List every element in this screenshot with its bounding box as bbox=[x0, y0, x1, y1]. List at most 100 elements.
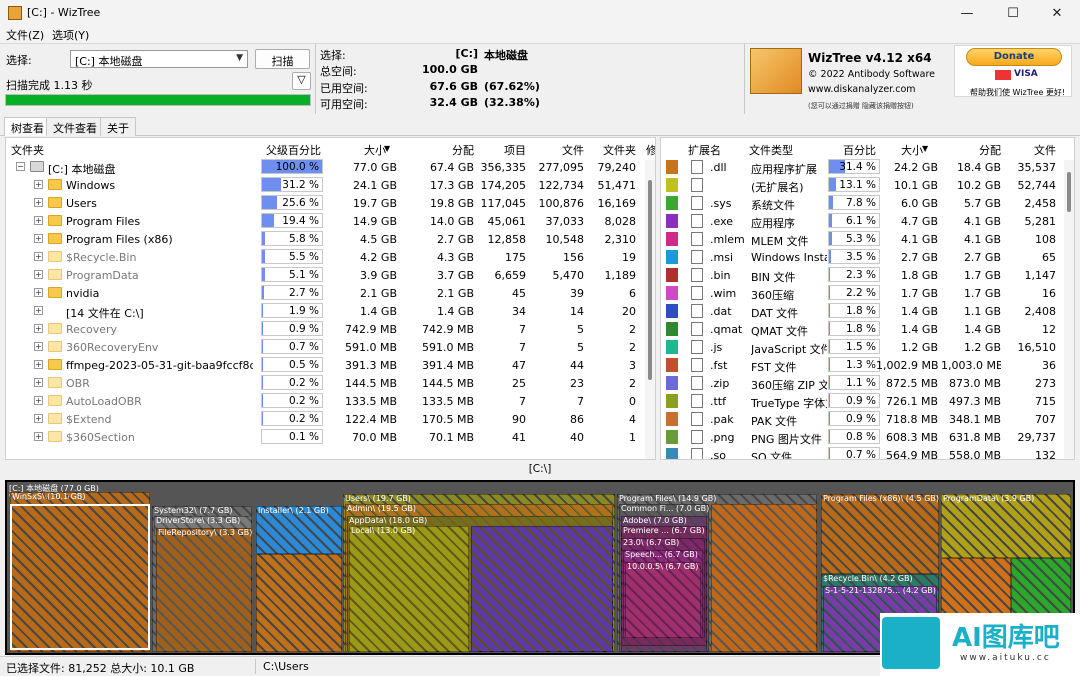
treemap-block[interactable] bbox=[711, 504, 817, 652]
scroll-thumb[interactable] bbox=[1067, 172, 1071, 212]
scan-button[interactable]: 扫描 bbox=[255, 49, 310, 69]
treemap-block[interactable]: Installer\ (2.1 GB) bbox=[256, 506, 342, 554]
tab-about[interactable]: 关于 bbox=[100, 117, 136, 136]
divider bbox=[315, 44, 316, 114]
treemap-block[interactable]: Local\ (13.0 GB) bbox=[349, 526, 469, 652]
file-type-icon bbox=[691, 250, 703, 264]
expand-icon[interactable]: + bbox=[34, 234, 43, 243]
treemap-block[interactable] bbox=[256, 554, 342, 652]
ext-row[interactable]: .mlem MLEM 文件 5.3 % 4.1 GB 4.1 GB 108 bbox=[661, 230, 1074, 248]
expand-icon[interactable]: + bbox=[34, 360, 43, 369]
col-header-modified[interactable]: 修 bbox=[646, 142, 655, 158]
alloc-value: 17.3 GB bbox=[429, 179, 474, 192]
color-swatch bbox=[666, 340, 678, 354]
ext-alloc: 1,003.0 MB bbox=[941, 359, 1001, 372]
treemap-block[interactable]: ProgramData\ (3.9 GB) bbox=[941, 494, 1071, 558]
tree-row[interactable]: + nvidia 2.7 % 2.1 GB 2.1 GB 45 39 6 bbox=[6, 284, 655, 302]
ext-row[interactable]: .js JavaScript 文件 1.5 % 1.2 GB 1.2 GB 16,510 bbox=[661, 338, 1074, 356]
col-header-size[interactable]: 大小 bbox=[336, 142, 386, 158]
scroll-thumb[interactable] bbox=[648, 180, 652, 380]
expand-icon[interactable]: + bbox=[34, 342, 43, 351]
expand-icon[interactable]: − bbox=[16, 162, 25, 171]
col-header-parent-pct[interactable]: 父级百分比 bbox=[256, 142, 321, 158]
ext-row[interactable]: .ttf TrueType 字体文件 0.9 % 726.1 MB 497.3 MB 71… bbox=[661, 392, 1074, 410]
maximize-button[interactable]: ☐ bbox=[990, 0, 1036, 26]
col-header-ext-files[interactable]: 文件 bbox=[1006, 142, 1056, 158]
tree-row[interactable]: + Program Files 19.4 % 14.9 GB 14.0 GB 45,061… bbox=[6, 212, 655, 230]
tree-row[interactable]: + ProgramData 5.1 % 3.9 GB 3.7 GB 6,659 5,470 1… bbox=[6, 266, 655, 284]
col-header-alloc[interactable]: 分配 bbox=[424, 142, 474, 158]
col-header-ext[interactable]: 扩展名 bbox=[688, 142, 721, 158]
treemap-block[interactable]: 10.0.0.5\ (6.7 GB) bbox=[625, 562, 701, 638]
expand-icon[interactable]: + bbox=[34, 270, 43, 279]
ext-row[interactable]: .exe 应用程序 6.1 % 4.7 GB 4.1 GB 5,281 bbox=[661, 212, 1074, 230]
ext-row[interactable]: .qmat QMAT 文件 1.8 % 1.4 GB 1.4 GB 12 bbox=[661, 320, 1074, 338]
treemap-block[interactable]: FileRepository\ (3.3 GB) bbox=[156, 528, 252, 652]
tree-row[interactable]: + AutoLoadOBR 0.2 % 133.5 MB 133.5 MB 7 7 0 bbox=[6, 392, 655, 410]
treemap-block[interactable] bbox=[471, 526, 613, 652]
ext-alloc: 1.1 GB bbox=[963, 305, 1001, 318]
ext-files: 52,744 bbox=[1017, 179, 1057, 192]
tree-row[interactable]: + Windows 31.2 % 24.1 GB 17.3 GB 174,205 122,7… bbox=[6, 176, 655, 194]
tree-row[interactable]: + ffmpeg-2023-05-31-git-baa9fccf8d-full_b… bbox=[6, 356, 655, 374]
ext-row[interactable]: .dll 应用程序扩展 31.4 % 24.2 GB 18.4 GB 35,537 bbox=[661, 158, 1074, 176]
expand-icon[interactable]: + bbox=[34, 198, 43, 207]
col-header-files[interactable]: 文件 bbox=[534, 142, 584, 158]
tree-row[interactable]: +360RecoveryEnv 0.7 % 591.0 MB 591.0 MB 7 5 2 bbox=[6, 338, 655, 356]
ext-row[interactable]: .sys 系统文件 7.8 % 6.0 GB 5.7 GB 2,458 bbox=[661, 194, 1074, 212]
tab-tree-view[interactable]: 树查看 bbox=[4, 117, 51, 136]
drive-combo[interactable]: [C:] 本地磁盘 ▼ bbox=[70, 50, 248, 68]
ext-row[interactable]: (无扩展名) 13.1 % 10.1 GB 10.2 GB 52,744 bbox=[661, 176, 1074, 194]
ext-row[interactable]: .zip 360压缩 ZIP 文件 1.1 % 872.5 MB 873.0 MB 273 bbox=[661, 374, 1074, 392]
expand-icon[interactable]: + bbox=[34, 216, 43, 225]
treemap-block[interactable]: Program Files (x86)\ (4.5 GB) bbox=[821, 494, 939, 574]
tree-row[interactable]: + Users 25.6 % 19.7 GB 19.8 GB 117,045 100,876… bbox=[6, 194, 655, 212]
ext-row[interactable]: .wim 360压缩 2.2 % 1.7 GB 1.7 GB 16 bbox=[661, 284, 1074, 302]
ext-row[interactable]: .msi Windows Installer 3.5 % 2.7 GB 2.7 GB 65 bbox=[661, 248, 1074, 266]
tree-row[interactable]: + OBR 0.2 % 144.5 MB 144.5 MB 25 23 2 bbox=[6, 374, 655, 392]
ext-row[interactable]: .bin BIN 文件 2.3 % 1.8 GB 1.7 GB 1,147 bbox=[661, 266, 1074, 284]
menu-file[interactable]: 文件(Z) bbox=[6, 27, 44, 43]
expand-icon[interactable]: + bbox=[34, 378, 43, 387]
expand-icon[interactable]: + bbox=[34, 432, 43, 441]
ext-pct-fill bbox=[829, 178, 836, 191]
ext-row[interactable]: .so SO 文件 0.7 % 564.9 MB 558.0 MB 132 bbox=[661, 446, 1074, 459]
col-header-pct[interactable]: 百分比 bbox=[826, 142, 876, 158]
tree-row[interactable]: + [14 文件在 C:\] 1.9 % 1.4 GB 1.4 GB 34 14 20 bbox=[6, 302, 655, 320]
col-header-filetype[interactable]: 文件类型 bbox=[749, 142, 793, 158]
expand-icon[interactable]: + bbox=[34, 306, 43, 315]
tree-row[interactable]: + $Recycle.Bin 5.5 % 4.2 GB 4.3 GB 175 156 19 bbox=[6, 248, 655, 266]
expand-icon[interactable]: + bbox=[34, 414, 43, 423]
ext-row[interactable]: .pak PAK 文件 0.9 % 718.8 MB 348.1 MB 707 bbox=[661, 410, 1074, 428]
tab-file-view[interactable]: 文件查看 bbox=[46, 117, 104, 136]
tree-row[interactable]: + Program Files (x86) 5.8 % 4.5 GB 2.7 GB 12,… bbox=[6, 230, 655, 248]
col-header-items[interactable]: 项目 bbox=[476, 142, 526, 158]
expand-icon[interactable]: + bbox=[34, 180, 43, 189]
menu-options[interactable]: 选项(Y) bbox=[52, 27, 89, 43]
ext-row[interactable]: .fst FST 文件 1.3 % 1,002.9 MB 1,003.0 MB 36 bbox=[661, 356, 1074, 374]
col-header-ext-size[interactable]: 大小 bbox=[887, 142, 923, 158]
tree-row[interactable]: + $360Section 0.1 % 70.0 MB 70.1 MB 41 40 1 bbox=[6, 428, 655, 446]
expand-icon[interactable]: + bbox=[34, 396, 43, 405]
expand-icon[interactable]: + bbox=[34, 324, 43, 333]
close-button[interactable]: ✕ bbox=[1034, 0, 1080, 26]
filter-icon[interactable]: ▽ bbox=[292, 72, 311, 90]
tree-row[interactable]: − [C:] 本地磁盘 100.0 % 77.0 GB 67.4 GB 356,335 27… bbox=[6, 158, 655, 176]
folder-tree-table[interactable]: 文件夹 父级百分比 大小 ▼ 分配 项目 文件 文件夹 修 − [C:] 本地磁盘… bbox=[5, 137, 656, 460]
tree-row[interactable]: + $Extend 0.2 % 122.4 MB 170.5 MB 90 86 4 bbox=[6, 410, 655, 428]
ext-row[interactable]: .png PNG 图片文件 0.8 % 608.3 MB 631.8 MB 29,737 bbox=[661, 428, 1074, 446]
expand-icon[interactable]: + bbox=[34, 288, 43, 297]
col-header-folders[interactable]: 文件夹 bbox=[586, 142, 636, 158]
ext-scrollbar[interactable] bbox=[1064, 160, 1074, 459]
col-header-folder[interactable]: 文件夹 bbox=[11, 142, 44, 158]
tree-row[interactable]: + Recovery 0.9 % 742.9 MB 742.9 MB 7 5 2 bbox=[6, 320, 655, 338]
minimize-button[interactable]: — bbox=[944, 0, 990, 26]
col-header-ext-alloc[interactable]: 分配 bbox=[951, 142, 1001, 158]
folder-icon bbox=[48, 395, 62, 406]
donate-button[interactable]: Donate bbox=[966, 48, 1062, 66]
expand-icon[interactable]: + bbox=[34, 252, 43, 261]
tree-scrollbar[interactable] bbox=[645, 160, 655, 459]
extension-table[interactable]: 扩展名 文件类型 百分比 大小 ▼ 分配 文件 .dll 应用程序扩展 31.4 %… bbox=[660, 137, 1075, 460]
ext-row[interactable]: .dat DAT 文件 1.8 % 1.4 GB 1.1 GB 2,408 bbox=[661, 302, 1074, 320]
brand-site[interactable]: www.diskanalyzer.com bbox=[808, 84, 916, 95]
